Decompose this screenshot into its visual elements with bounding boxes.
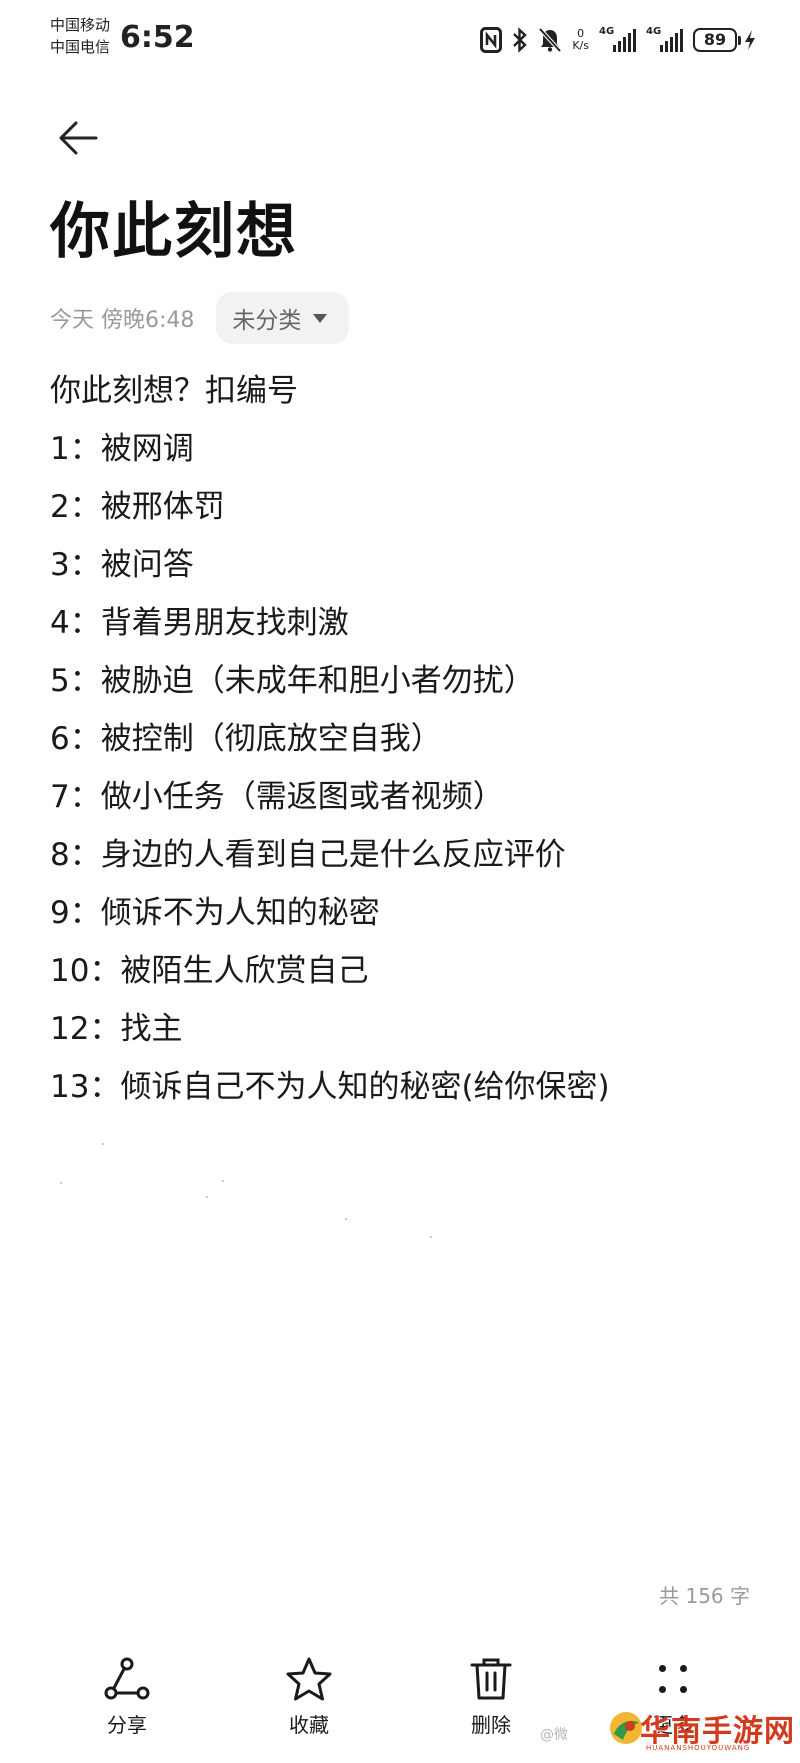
arrow-left-icon [59, 121, 98, 155]
nfc-icon [480, 27, 503, 53]
share-icon [103, 1655, 151, 1703]
category-dropdown[interactable]: 未分类 [216, 292, 350, 344]
carrier-2: 中国电信 [50, 38, 111, 56]
battery-level: 89 [693, 28, 737, 52]
status-bar: 中国移动 中国电信 6:52 0 K/s 4G 4G 89 [0, 0, 800, 80]
carrier-info: 中国移动 中国电信 [50, 14, 110, 58]
delete-label: 删除 [471, 1713, 511, 1737]
favorite-button[interactable]: 收藏 [249, 1655, 369, 1763]
category-label: 未分类 [232, 308, 302, 334]
sim1-signal-icon: 4G [599, 26, 636, 52]
back-button[interactable] [50, 110, 106, 166]
word-count: 共 156 字 [659, 1584, 750, 1608]
note-title[interactable]: 你此刻想 [50, 192, 298, 272]
bluetooth-icon [512, 27, 528, 53]
watermark-site-pinyin: HUANANSHOUYOUWANG [646, 1744, 751, 1752]
trash-icon [467, 1655, 515, 1703]
note-meta: 今天 傍晚6:48 未分类 [50, 290, 350, 346]
note-date: 今天 傍晚6:48 [50, 308, 195, 333]
note-line: 6：被控制（彻底放空自我） [50, 721, 442, 757]
note-line: 4：背着男朋友找刺激 [50, 605, 349, 641]
charging-icon [745, 30, 755, 50]
note-line: 你此刻想？扣编号 [50, 373, 298, 409]
carrier-1: 中国移动 [50, 16, 111, 34]
note-line: 12：找主 [50, 1011, 183, 1047]
sim2-signal-icon: 4G [646, 26, 683, 52]
favorite-label: 收藏 [289, 1713, 329, 1737]
status-icons: 0 K/s 4G 4G 89 [480, 20, 756, 60]
delete-button[interactable]: 删除 [431, 1655, 551, 1763]
network-speed: 0 K/s [572, 28, 589, 52]
note-line: 10：被陌生人欣赏自己 [50, 953, 369, 989]
network-speed-unit: K/s [572, 39, 589, 52]
site-watermark: @微 华南手游网 HUANANSHOUYOUWANG [540, 1700, 794, 1760]
sim2-network-type: 4G [646, 26, 662, 37]
sim1-network-type: 4G [599, 26, 615, 37]
battery-icon: 89 [693, 28, 756, 52]
share-button[interactable]: 分享 [67, 1655, 187, 1763]
note-line: 3：被问答 [50, 547, 194, 583]
note-content[interactable]: 你此刻想？扣编号 1：被网调 2：被邢体罚 3：被问答 4：背着男朋友找刺激 5… [50, 362, 760, 1116]
note-line: 7：做小任务（需返图或者视频） [50, 779, 504, 815]
note-line: 5：被胁迫（未成年和胆小者勿扰） [50, 663, 535, 699]
note-line: 8：身边的人看到自己是什么反应评价 [50, 837, 566, 873]
status-time: 6:52 [120, 20, 195, 55]
note-line: 13：倾诉自己不为人知的秘密(给你保密) [50, 1069, 610, 1105]
note-line: 9：倾诉不为人知的秘密 [50, 895, 380, 931]
dots-grid-icon [649, 1655, 697, 1703]
note-line: 1：被网调 [50, 431, 194, 467]
bell-off-icon [538, 27, 562, 53]
share-label: 分享 [107, 1713, 147, 1737]
weibo-watermark: @微 [540, 1727, 568, 1743]
star-icon [285, 1655, 333, 1703]
note-line: 2：被邢体罚 [50, 489, 225, 525]
caret-down-icon [313, 313, 328, 323]
